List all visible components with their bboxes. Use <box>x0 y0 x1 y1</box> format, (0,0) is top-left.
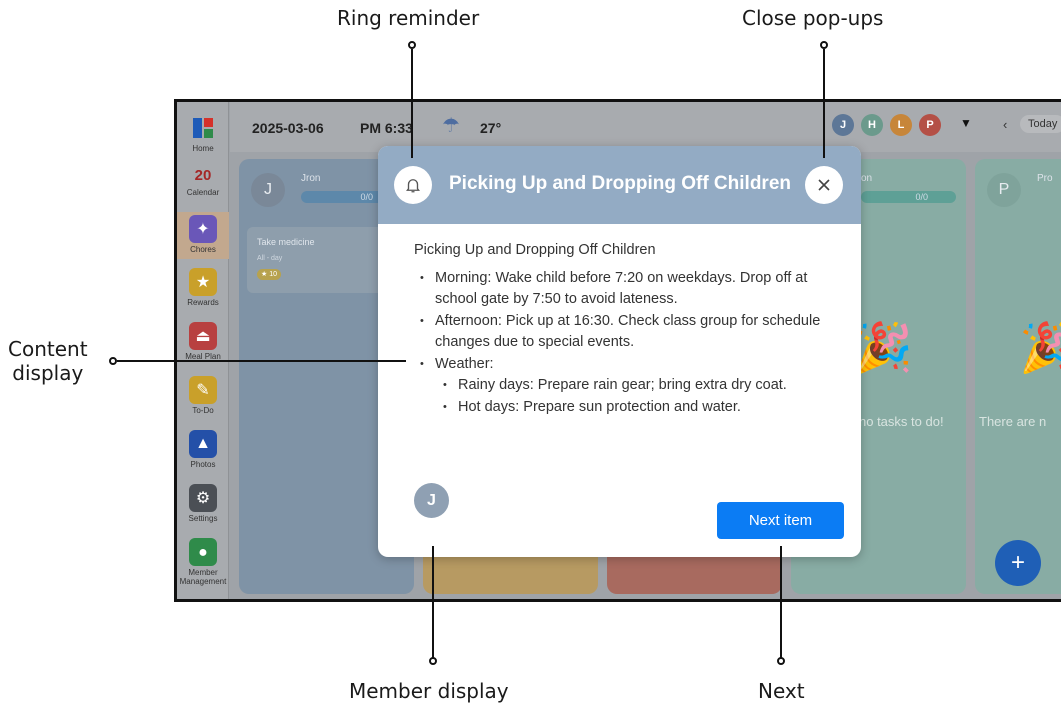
empty-state-text: no tasks to do! <box>859 414 944 429</box>
content-list: Morning: Wake child before 7:20 on weekd… <box>414 268 834 419</box>
sidebar-item-label: Chores <box>190 245 216 254</box>
star-icon: ★ <box>189 268 217 296</box>
member-avatar-p[interactable]: P <box>919 114 941 136</box>
callout-dot <box>109 357 117 365</box>
reminder-modal: Picking Up and Dropping Off Children Pic… <box>378 146 861 557</box>
list-item: Afternoon: Pick up at 16:30. Check class… <box>414 311 834 354</box>
member-name: on <box>861 173 873 184</box>
avatar: J <box>251 173 285 207</box>
sidebar-item-photos[interactable]: ▲ Photos <box>177 430 229 469</box>
task-title: Take medicine <box>257 237 315 247</box>
add-button[interactable]: + <box>995 540 1041 586</box>
gear-icon: ⚙ <box>189 484 217 512</box>
callout-line <box>823 49 825 158</box>
member-icon: ● <box>189 538 217 566</box>
sidebar: Home 20 Calendar ✦ Chores ★ Rewards ⏏ Me… <box>177 102 229 599</box>
sidebar-item-chores[interactable]: ✦ Chores <box>177 212 229 259</box>
pencil-icon: ✎ <box>189 376 217 404</box>
callout-dot <box>408 41 416 49</box>
callout-line <box>411 49 413 158</box>
member-avatar: J <box>414 483 449 518</box>
top-bar: 2025-03-06 PM 6:33 ☂ 27° J H L P ▼ ‹ Tod… <box>230 102 1061 152</box>
chores-icon: ✦ <box>189 215 217 243</box>
task-subtitle: All - day <box>257 255 283 262</box>
member-avatar-j[interactable]: J <box>832 114 854 136</box>
stage: Home 20 Calendar ✦ Chores ★ Rewards ⏏ Me… <box>0 0 1061 707</box>
callout-line <box>432 546 434 658</box>
time-display: PM 6:33 <box>360 120 413 136</box>
member-name: Jron <box>301 173 321 184</box>
sidebar-item-todo[interactable]: ✎ To-Do <box>177 376 229 415</box>
member-dropdown-caret-icon[interactable]: ▼ <box>960 116 972 130</box>
points-badge: ★ 10 <box>257 269 282 280</box>
annotation-member-display: Member display <box>349 679 509 703</box>
member-avatar-h[interactable]: H <box>861 114 883 136</box>
sidebar-item-label: Calendar <box>186 188 220 197</box>
close-icon[interactable] <box>805 166 843 204</box>
annotation-line: display <box>12 361 84 385</box>
party-popper-icon: 🎉 <box>853 322 913 375</box>
content-heading: Picking Up and Dropping Off Children <box>414 242 656 258</box>
sidebar-item-calendar[interactable]: 20 Calendar <box>177 164 229 198</box>
annotation-line: Content <box>8 337 88 361</box>
next-item-button[interactable]: Next item <box>717 502 844 539</box>
annotation-close-popups: Close pop-ups <box>742 6 884 30</box>
annotation-content-display: Content display <box>8 337 88 385</box>
modal-header: Picking Up and Dropping Off Children <box>378 146 861 224</box>
prev-day-icon[interactable]: ‹ <box>1003 117 1007 132</box>
callout-dot <box>777 657 785 665</box>
annotation-ring-reminder: Ring reminder <box>337 6 480 30</box>
avatar: P <box>987 173 1021 207</box>
annotation-next: Next <box>758 679 805 703</box>
empty-state-text: There are n <box>979 414 1047 429</box>
modal-title: Picking Up and Dropping Off Children <box>449 173 791 194</box>
modal-content: Picking Up and Dropping Off Children Mor… <box>414 240 834 418</box>
sidebar-item-label: Rewards <box>187 298 219 307</box>
sidebar-item-member-management[interactable]: ● Member Management <box>177 538 229 586</box>
member-column-pro: P Pro 🎉 There are n <box>975 159 1061 594</box>
sidebar-item-label: Member Management <box>179 568 227 586</box>
calendar-icon: 20 <box>194 166 212 184</box>
home-icon <box>189 114 217 142</box>
sidebar-item-label: To-Do <box>192 406 214 415</box>
progress-bar: 0/0 <box>861 191 956 203</box>
photos-icon: ▲ <box>189 430 217 458</box>
list-item: Weather: <box>414 354 834 376</box>
temperature-display: 27° <box>480 120 502 136</box>
member-name: Pro <box>1037 173 1053 184</box>
sidebar-item-home[interactable]: Home <box>177 114 229 153</box>
bell-icon[interactable] <box>394 166 432 204</box>
callout-line <box>780 546 782 658</box>
sidebar-item-meal-plan[interactable]: ⏏ Meal Plan <box>177 322 229 361</box>
sidebar-item-label: Photos <box>190 460 216 469</box>
sidebar-item-settings[interactable]: ⚙ Settings <box>177 484 229 523</box>
points-value: 10 <box>269 271 278 278</box>
rain-cloud-icon: ☂ <box>442 115 460 137</box>
sub-list-item: Hot days: Prepare sun protection and wat… <box>414 397 834 419</box>
callout-line <box>117 360 406 362</box>
today-button[interactable]: Today <box>1020 115 1061 133</box>
task-card[interactable]: Take medicine All - day ★ 10 <box>247 227 397 293</box>
list-item: Morning: Wake child before 7:20 on weekd… <box>414 268 834 311</box>
sub-list-item: Rainy days: Prepare rain gear; bring ext… <box>414 375 834 397</box>
member-avatar-l[interactable]: L <box>890 114 912 136</box>
party-popper-icon: 🎉 <box>1019 319 1061 376</box>
sidebar-item-label: Settings <box>188 514 218 523</box>
date-display: 2025-03-06 <box>252 120 324 136</box>
callout-dot <box>429 657 437 665</box>
sidebar-item-rewards[interactable]: ★ Rewards <box>177 268 229 307</box>
meal-plan-icon: ⏏ <box>189 322 217 350</box>
callout-dot <box>820 41 828 49</box>
sidebar-item-label: Home <box>192 144 214 153</box>
